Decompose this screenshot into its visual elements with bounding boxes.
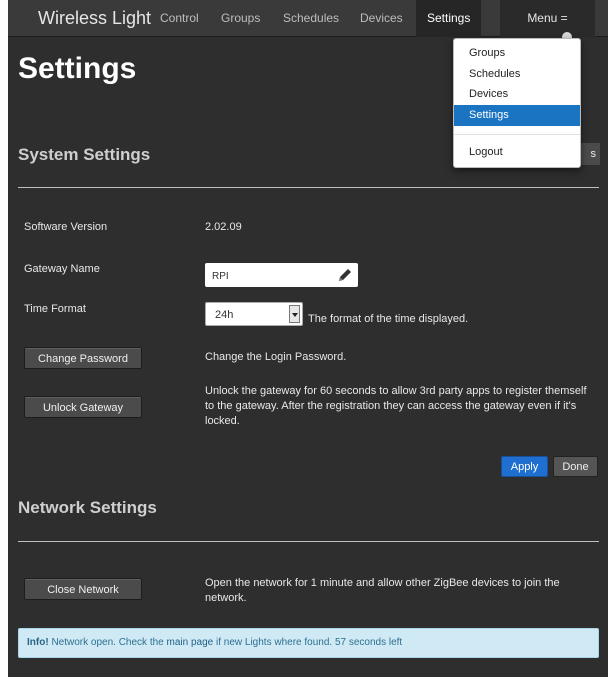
alert-text-before: Network open. Check the [51,637,164,648]
apply-button[interactable]: Apply [501,456,548,477]
nav-schedules[interactable]: Schedules [283,0,339,37]
brand-title[interactable]: Wireless Light [38,0,151,37]
divider [18,187,599,188]
nav-devices[interactable]: Devices [360,0,403,37]
gateway-name-label: Gateway Name [24,263,100,275]
change-password-button[interactable]: Change Password [24,347,142,369]
software-version-label: Software Version [24,221,108,233]
nav-settings[interactable]: Settings [416,0,482,37]
chevron-down-icon[interactable] [289,305,300,323]
close-network-button[interactable]: Close Network [24,578,142,600]
nav-control[interactable]: Control [160,0,199,37]
nav-groups[interactable]: Groups [221,0,260,37]
dropdown-divider [454,134,580,135]
dropdown-item-groups[interactable]: Groups [454,43,580,64]
menu-toggle-button[interactable]: Menu = [500,0,595,37]
section-title-system: System Settings [18,145,151,164]
system-action-button[interactable]: s [578,143,600,165]
time-format-label: Time Format [24,303,86,315]
section-title-network: Network Settings [18,498,157,517]
dropdown-item-devices[interactable]: Devices [454,84,580,105]
main-page-link[interactable]: main page [167,637,214,648]
time-format-hint: The format of the time displayed. [308,313,469,325]
dropdown-item-logout[interactable]: Logout [454,142,580,163]
navbar: Wireless Light Control Groups Schedules … [8,0,608,37]
alert-strong: Info! [27,637,49,648]
time-format-value: 24h [215,309,234,321]
gateway-name-input[interactable]: RPI [205,263,358,287]
close-network-desc: Open the network for 1 minute and allow … [205,577,560,604]
dropdown-item-settings[interactable]: Settings [454,105,580,126]
change-password-desc: Change the Login Password. [205,351,347,363]
dropdown-item-schedules[interactable]: Schedules [454,64,580,85]
unlock-gateway-button[interactable]: Unlock Gateway [24,396,142,418]
gateway-name-value: RPI [212,271,229,282]
page-title: Settings [18,52,137,85]
edit-pencil-icon[interactable] [337,267,353,283]
alert-text-after: if new Lights where found. 57 seconds le… [215,637,403,648]
info-alert: Info! Network open. Check the main page … [18,628,599,658]
unlock-gateway-desc: Unlock the gateway for 60 seconds to all… [205,385,587,427]
divider [18,541,599,542]
menu-dropdown: Groups Schedules Devices Settings Logout [453,38,581,168]
software-version-value: 2.02.09 [205,221,242,233]
done-button[interactable]: Done [553,456,598,477]
time-format-select[interactable]: 24h [205,302,303,326]
